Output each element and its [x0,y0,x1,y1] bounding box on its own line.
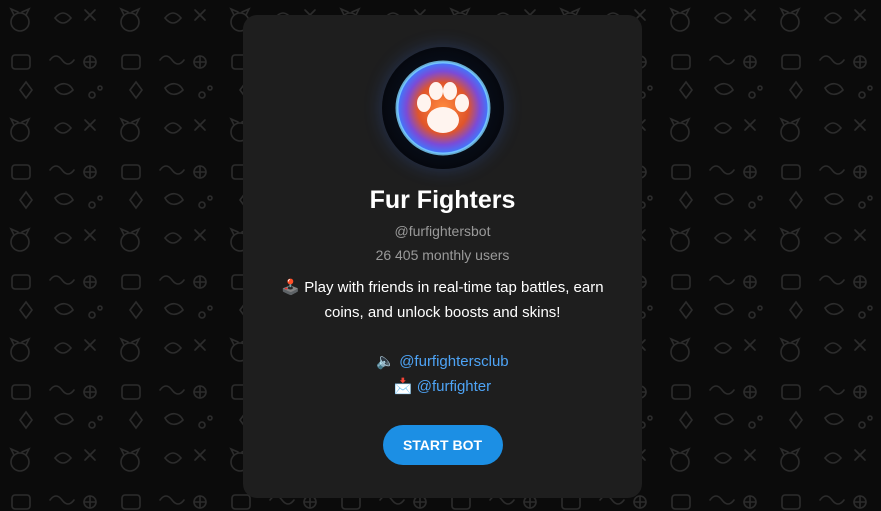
monthly-users-count: 26 405 monthly users [375,247,510,263]
bot-avatar [381,47,504,169]
bot-links: 🔈 @furfightersclub 📩 @furfighter [376,349,508,399]
paw-print-icon [395,60,490,156]
link-row-club: 🔈 @furfightersclub [376,349,508,374]
joystick-icon: 🕹️ [281,279,301,296]
link-row-contact: 📩 @furfighter [376,374,508,399]
speaker-icon: 🔈 [376,353,396,370]
bot-name: Fur Fighters [369,186,516,214]
description-text: Play with friends in real-time tap battl… [304,279,604,321]
bot-description: 🕹️ Play with friends in real-time tap ba… [263,275,623,325]
envelope-icon: 📩 [393,378,413,395]
link-furfightersclub[interactable]: @furfightersclub [399,353,508,370]
start-bot-button[interactable]: START BOT [382,425,503,465]
bot-username: @furfightersbot [394,223,491,239]
bot-profile-card: Fur Fighters @furfightersbot 26 405 mont… [243,15,642,498]
link-furfighter[interactable]: @furfighter [417,378,491,395]
